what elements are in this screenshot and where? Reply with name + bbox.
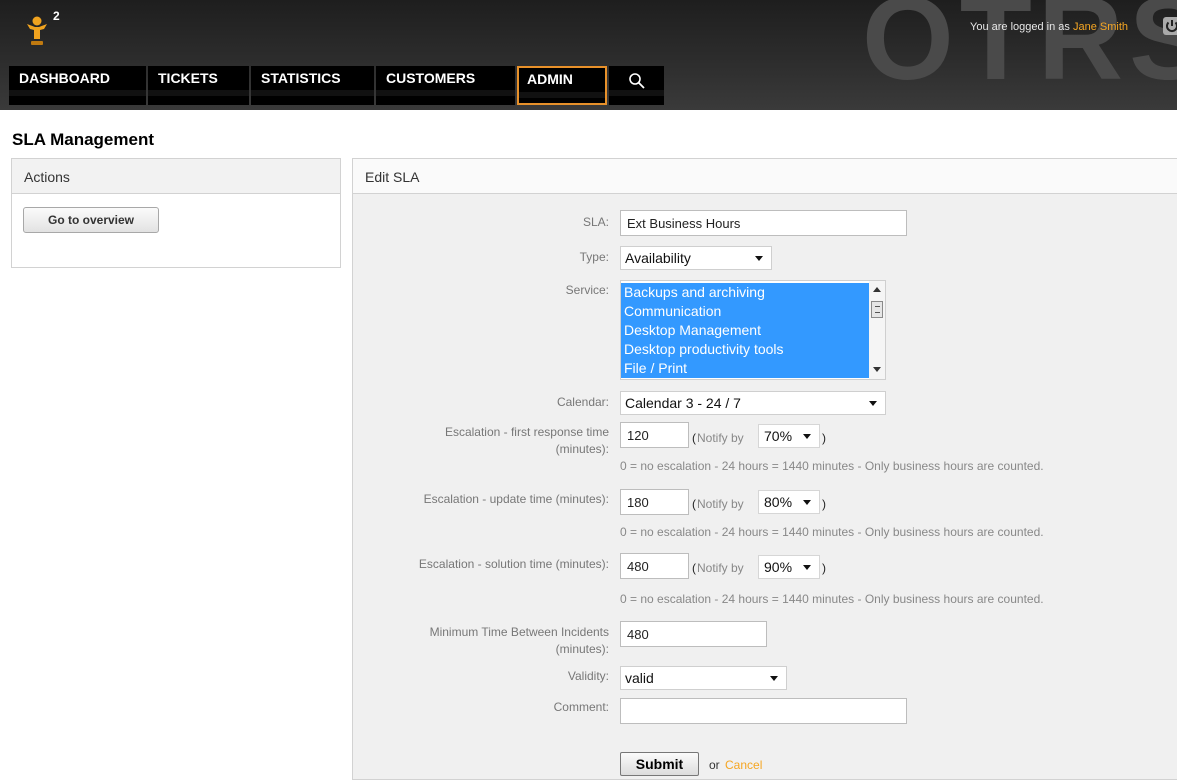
page-title: SLA Management (12, 130, 155, 149)
sla-label: SLA: (582, 215, 609, 229)
solution-time-label: Escalation - solution time (minutes): (418, 557, 609, 571)
chevron-down-icon (803, 434, 811, 439)
close-paren: ) (822, 561, 826, 575)
agent-avatar-icon[interactable] (26, 12, 48, 46)
nav-customers[interactable]: CUSTOMERS (376, 66, 515, 105)
scroll-up-icon[interactable] (873, 287, 881, 292)
notify-by-label: Notify by (697, 497, 744, 511)
scroll-thumb[interactable] (871, 301, 883, 318)
scroll-down-icon[interactable] (873, 367, 881, 372)
chevron-down-icon (869, 401, 877, 406)
service-option[interactable]: Backups and archiving (621, 283, 869, 302)
header-bar: OTRS 2 You are logged in as Jane Smith D… (0, 0, 1177, 110)
nav-tickets[interactable]: TICKETS (148, 66, 249, 105)
open-paren: ( (692, 431, 696, 445)
solution-notify-value: 90% (764, 559, 793, 575)
service-listbox[interactable]: Backups and archiving Communication Desk… (620, 280, 886, 380)
sla-name-input[interactable]: Ext Business Hours (620, 210, 907, 236)
close-paren: ) (822, 431, 826, 445)
cancel-link[interactable]: Cancel (725, 758, 762, 772)
update-time-hint: 0 = no escalation - 24 hours = 1440 minu… (620, 525, 1044, 539)
chevron-down-icon (770, 676, 778, 681)
edit-sla-header: Edit SLA (353, 159, 1177, 194)
first-response-notify-select[interactable]: 70% (758, 424, 820, 448)
otrs-logo: OTRS (862, 0, 1177, 105)
login-info: You are logged in as Jane Smith (970, 21, 1128, 33)
edit-sla-box: Edit SLA SLA: Ext Business Hours Type: A… (352, 158, 1177, 780)
chevron-down-icon (755, 256, 763, 261)
chevron-down-icon (803, 500, 811, 505)
login-prefix: You are logged in as (970, 21, 1070, 33)
validity-label: Validity: (567, 669, 609, 683)
service-option[interactable]: Desktop Management (621, 321, 869, 340)
search-icon (628, 73, 645, 89)
min-time-label: Minimum Time Between Incidents (429, 625, 609, 639)
user-name-link[interactable]: Jane Smith (1073, 21, 1128, 33)
actions-box: Actions Go to overview (11, 158, 341, 268)
first-response-hint: 0 = no escalation - 24 hours = 1440 minu… (620, 459, 1044, 473)
nav-admin[interactable]: ADMIN (517, 66, 607, 105)
main-navigation: DASHBOARD TICKETS STATISTICS CUSTOMERS A… (9, 66, 664, 105)
service-label: Service: (565, 283, 609, 297)
service-option[interactable]: Communication (621, 302, 869, 321)
logout-icon[interactable] (1163, 17, 1177, 35)
close-paren: ) (822, 497, 826, 511)
update-notify-value: 80% (764, 494, 793, 510)
calendar-selected-value: Calendar 3 - 24 / 7 (625, 395, 741, 411)
nav-statistics[interactable]: STATISTICS (251, 66, 374, 105)
listbox-scrollbar[interactable] (869, 281, 885, 379)
notify-by-label: Notify by (697, 431, 744, 445)
chevron-down-icon (803, 565, 811, 570)
comment-label: Comment: (553, 700, 609, 714)
calendar-label: Calendar: (556, 395, 609, 409)
update-time-label: Escalation - update time (minutes): (423, 492, 609, 506)
open-paren: ( (692, 497, 696, 511)
min-time-unit-label: (minutes): (555, 642, 609, 656)
notification-count[interactable]: 2 (53, 9, 60, 23)
update-notify-select[interactable]: 80% (758, 490, 820, 514)
first-response-unit-label: (minutes): (555, 442, 609, 456)
comment-input[interactable] (620, 698, 907, 724)
validity-selected-value: valid (625, 670, 654, 686)
type-selected-value: Availability (625, 250, 691, 266)
update-time-input[interactable]: 180 (620, 489, 689, 515)
submit-button[interactable]: Submit (620, 752, 699, 776)
calendar-select[interactable]: Calendar 3 - 24 / 7 (620, 391, 886, 415)
validity-select[interactable]: valid (620, 666, 787, 690)
or-text: or (709, 758, 720, 772)
first-response-notify-value: 70% (764, 428, 793, 444)
min-time-between-incidents-input[interactable]: 480 (620, 621, 767, 647)
first-response-time-input[interactable]: 120 (620, 422, 689, 448)
solution-notify-select[interactable]: 90% (758, 555, 820, 579)
go-to-overview-button[interactable]: Go to overview (23, 207, 159, 233)
open-paren: ( (692, 561, 696, 575)
nav-search[interactable] (609, 66, 664, 105)
type-select[interactable]: Availability (620, 246, 772, 270)
type-label: Type: (579, 250, 609, 264)
service-option[interactable]: File / Print (621, 359, 869, 378)
actions-header: Actions (12, 159, 340, 194)
service-option[interactable]: Desktop productivity tools (621, 340, 869, 359)
first-response-label: Escalation - first response time (444, 425, 609, 439)
nav-dashboard[interactable]: DASHBOARD (9, 66, 146, 105)
notify-by-label: Notify by (697, 561, 744, 575)
solution-time-input[interactable]: 480 (620, 553, 689, 579)
solution-time-hint: 0 = no escalation - 24 hours = 1440 minu… (620, 592, 1044, 606)
